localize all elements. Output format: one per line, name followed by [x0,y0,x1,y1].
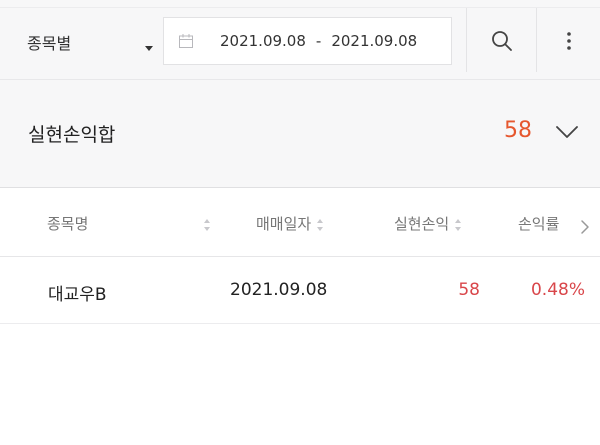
column-header-label: 손익률 [518,215,560,233]
category-filter-select[interactable]: 종목별 [0,8,163,72]
cell-profit: 58 [458,280,480,300]
table-row[interactable]: 대교우B 2021.09.08 58 0.48% [0,258,600,324]
cell-name: 대교우B [48,285,107,305]
more-vertical-icon [567,32,571,50]
column-header-label: 매매일자 [256,215,312,233]
cell-date: 2021.09.08 [230,280,328,300]
date-separator: - [315,32,322,50]
realized-pl-summary: 실현손익합 58 [0,80,600,188]
column-header-label: 실현손익 [394,215,450,233]
column-header-profit[interactable]: 실현손익 [394,213,462,234]
date-end: 2021.09.08 [331,32,418,50]
column-header-date[interactable]: 매매일자 [256,213,324,234]
cell-rate: 0.48% [530,280,585,300]
dropdown-caret-icon [145,46,153,51]
date-range-text: 2021.09.08-2021.09.08 [220,32,417,50]
column-header-name[interactable]: 종목명 [47,213,88,234]
top-toolbar: 종목별 2021.09.08-2021.09.08 [0,0,600,80]
date-range-picker[interactable]: 2021.09.08-2021.09.08 [163,17,452,65]
search-icon [492,31,512,51]
calendar-icon [179,34,193,48]
more-options-button[interactable] [536,8,600,72]
date-start: 2021.09.08 [220,32,306,50]
sort-icon [317,218,324,231]
category-filter-label: 종목별 [27,34,72,53]
column-header-rate[interactable]: 손익률 [518,213,559,234]
sort-icon [455,218,462,231]
summary-title: 실현손익합 [28,124,116,146]
chevron-down-icon[interactable] [555,125,579,139]
sort-icon[interactable] [204,219,211,231]
summary-value: 58 [504,118,532,143]
table-header: 종목명 매매일자 실현손익 손익률 [0,189,600,257]
chevron-right-icon[interactable] [580,219,590,235]
search-button[interactable] [466,8,536,72]
column-header-label: 종목명 [47,215,89,233]
